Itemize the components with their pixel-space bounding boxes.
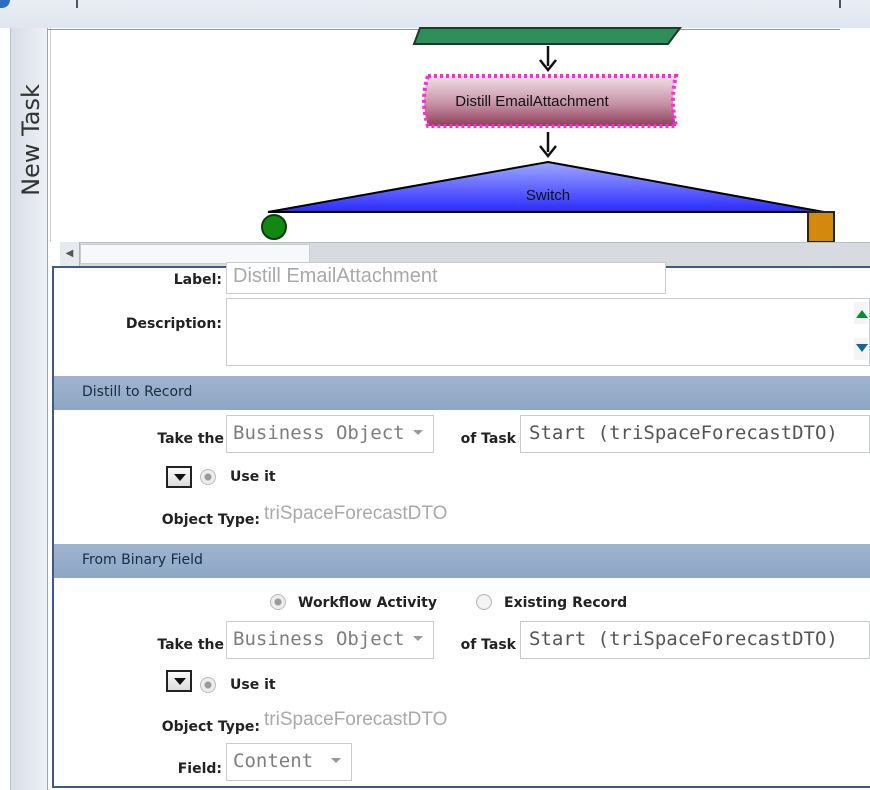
take-the-select-value: Business Object: [233, 628, 405, 650]
object-type-value: triSpaceForecastDTO: [264, 709, 448, 730]
distill-node-label: Distill EmailAttachment: [455, 93, 609, 110]
distill-to-record-title: Distill to Record: [82, 384, 193, 400]
existing-record-label: Existing Record: [504, 595, 628, 611]
task-select-value: Start (triSpaceForecastDTO): [529, 422, 838, 444]
scroll-left-arrow-icon[interactable]: ◀: [60, 242, 80, 266]
label-field-label: Label:: [173, 272, 222, 288]
workflow-activity-radio[interactable]: [270, 594, 286, 610]
switch-node-label: Switch: [526, 187, 570, 204]
take-the-select[interactable]: Business Object: [226, 621, 434, 659]
from-binary-field-title: From Binary Field: [82, 552, 203, 568]
use-it-radio[interactable]: [200, 469, 216, 485]
use-it-label: Use it: [230, 677, 276, 693]
chevron-down-icon: [413, 430, 423, 435]
from-binary-field-section-header: From Binary Field: [54, 544, 870, 578]
label-input[interactable]: Distill EmailAttachment: [226, 262, 666, 294]
take-the-select-value: Business Object: [233, 422, 405, 444]
panel-bottom-border: [52, 786, 870, 788]
existing-record-radio[interactable]: [476, 594, 492, 610]
label-input-value: Distill EmailAttachment: [233, 265, 438, 287]
distill-to-record-section-header: Distill to Record: [54, 376, 870, 410]
chevron-down-icon: [413, 636, 423, 641]
use-it-dropdown-button[interactable]: [166, 670, 192, 692]
scroll-down-icon[interactable]: [854, 338, 868, 360]
task-select[interactable]: Start (triSpaceForecastDTO): [520, 621, 870, 659]
take-the-select[interactable]: Business Object: [226, 415, 434, 453]
take-the-label: Take the: [157, 431, 224, 447]
use-it-radio[interactable]: [200, 677, 216, 693]
right-branch-node: [807, 211, 835, 242]
use-it-label: Use it: [230, 469, 276, 485]
left-branch-node: [261, 214, 287, 240]
workflow-activity-label: Workflow Activity: [298, 595, 437, 611]
scrollbar-thumb[interactable]: [80, 244, 310, 264]
description-textarea[interactable]: [226, 298, 870, 366]
field-select[interactable]: Content: [226, 743, 352, 781]
start-node-shape: [412, 27, 682, 45]
use-it-dropdown-button[interactable]: [166, 466, 192, 488]
field-label: Field:: [177, 761, 222, 777]
object-type-value: triSpaceForecastDTO: [264, 503, 448, 524]
field-select-value: Content: [233, 750, 314, 772]
scroll-up-icon[interactable]: [854, 302, 868, 324]
chevron-down-icon: [331, 758, 341, 763]
description-field-label: Description:: [125, 316, 222, 332]
of-task-label: of Task: [460, 637, 516, 653]
of-task-label: of Task: [460, 431, 516, 447]
task-select-value: Start (triSpaceForecastDTO): [529, 628, 838, 650]
object-type-label: Object Type:: [161, 512, 260, 528]
workflow-diagram: Distill EmailAttachment Switch: [261, 27, 835, 242]
take-the-label: Take the: [157, 637, 224, 653]
object-type-label: Object Type:: [161, 719, 260, 735]
task-select[interactable]: Start (triSpaceForecastDTO): [520, 415, 870, 453]
